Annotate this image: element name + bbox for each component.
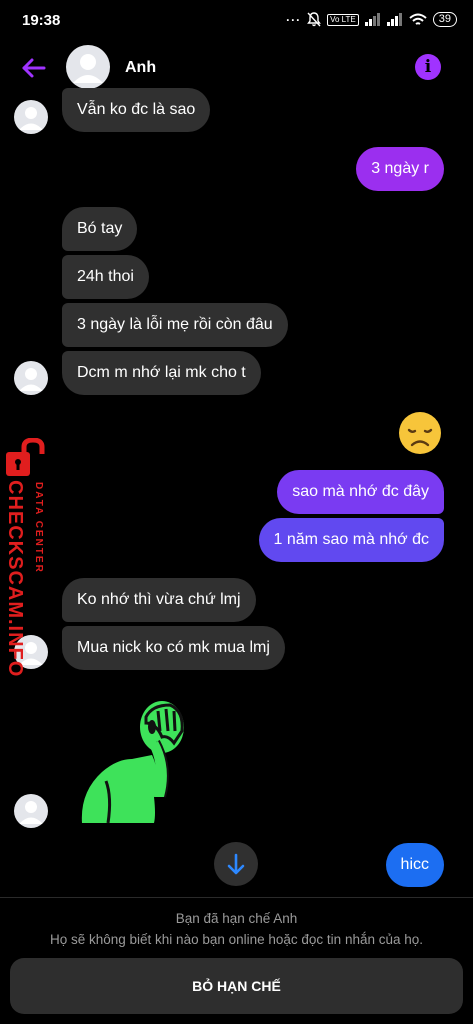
back-arrow-icon[interactable]	[20, 54, 48, 82]
arrow-down-icon	[227, 853, 245, 875]
volte-badge: Vo LTE	[327, 13, 359, 26]
more-dots-icon: ···	[286, 12, 302, 27]
incoming-message[interactable]: Vẫn ko đc là sao	[62, 88, 211, 132]
incoming-message[interactable]: 24h thoi	[62, 255, 149, 299]
watermark-text: CHECKSCAM.INFO	[4, 480, 26, 678]
contact-avatar[interactable]	[66, 45, 110, 89]
status-time: 19:38	[22, 12, 61, 29]
incoming-message[interactable]: Dcm m nhớ lại mk cho t	[62, 351, 261, 395]
status-bar: 19:38 ··· Vo LTE 39	[0, 0, 473, 42]
sender-avatar[interactable]	[14, 100, 48, 134]
incoming-message[interactable]: Ko nhớ thì vừa chứ lmj	[62, 578, 256, 622]
incoming-message[interactable]: Mua nick ko có mk mua lmj	[62, 626, 285, 670]
battery-indicator: 39	[432, 12, 457, 27]
mute-bell-icon	[307, 12, 321, 27]
info-icon[interactable]: i	[415, 54, 441, 80]
outgoing-message[interactable]: 3 ngày r	[356, 147, 444, 191]
restricted-footer: Bạn đã hạn chế Anh Họ sẽ không biết khi …	[0, 897, 473, 1024]
default-user-icon	[19, 801, 43, 824]
watermark-subtext: DATA CENTER	[33, 482, 44, 574]
unrestrict-button[interactable]: BỎ HẠN CHẾ	[10, 958, 463, 1014]
scroll-down-button[interactable]	[214, 842, 258, 886]
sender-avatar[interactable]	[14, 361, 48, 395]
default-user-icon	[73, 54, 103, 83]
contact-name[interactable]: Anh	[125, 59, 156, 77]
default-user-icon	[19, 368, 43, 391]
incoming-message[interactable]: 3 ngày là lỗi mẹ rồi còn đâu	[62, 303, 288, 347]
sender-avatar[interactable]	[14, 794, 48, 828]
restricted-description: Họ sẽ không biết khi nào bạn online hoặc…	[49, 932, 424, 947]
signal-icon-2	[386, 13, 402, 26]
status-icons: ··· Vo LTE 39	[286, 12, 457, 27]
incoming-message[interactable]: Bó tay	[62, 207, 138, 251]
signal-icon	[364, 13, 380, 26]
wifi-icon	[409, 13, 427, 25]
facepalm-figure-sticker[interactable]	[72, 697, 204, 829]
default-user-icon	[19, 107, 43, 130]
outgoing-message[interactable]: 1 năm sao mà nhớ đc	[258, 518, 444, 562]
restricted-title: Bạn đã hạn chế Anh	[175, 911, 298, 926]
disappointed-face-emoji[interactable]	[397, 410, 443, 456]
outgoing-message[interactable]: sao mà nhớ đc đây	[277, 470, 444, 514]
outgoing-message[interactable]: hicc	[385, 843, 444, 887]
padlock-logo-icon	[6, 438, 45, 476]
